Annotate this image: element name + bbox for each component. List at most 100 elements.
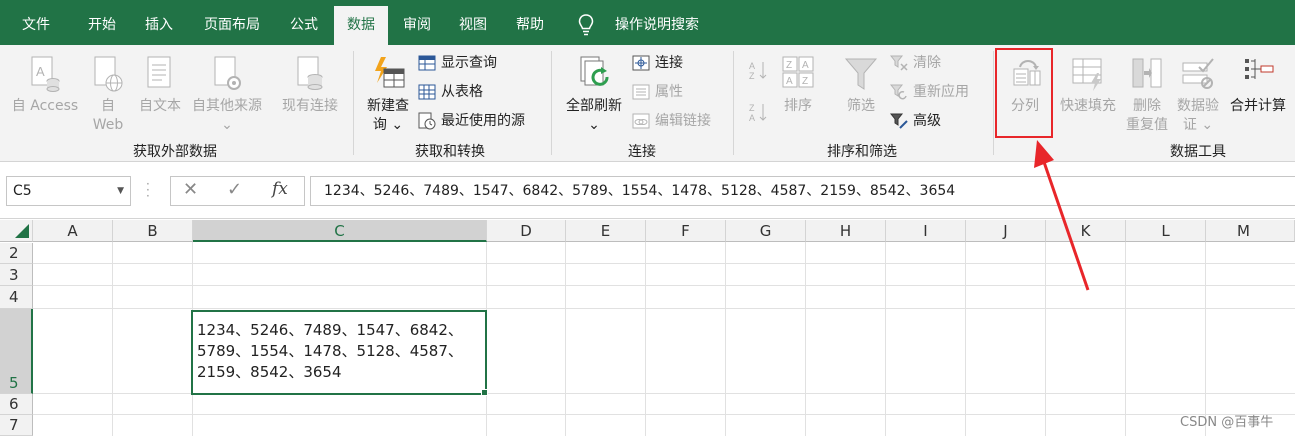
gridline [112, 242, 113, 436]
column-header-i[interactable]: I [886, 220, 966, 242]
sort-desc-button[interactable]: ZA [748, 101, 768, 129]
remove-duplicates-button[interactable]: 删除 重复值 [1122, 55, 1172, 135]
show-queries-label: 显示查询 [441, 55, 497, 71]
row-header-5[interactable]: 5 [0, 309, 33, 394]
column-header-f[interactable]: F [646, 220, 726, 242]
clear-filter-button[interactable]: 清除 [890, 53, 941, 73]
column-header-m[interactable]: M [1206, 220, 1295, 242]
row-header-3[interactable]: 3 [0, 264, 33, 286]
column-header-h[interactable]: H [806, 220, 886, 242]
tab-file[interactable]: 文件 [10, 0, 62, 45]
flash-fill-icon [1072, 58, 1102, 91]
tab-home[interactable]: 开始 [76, 0, 128, 45]
reapply-icon [890, 84, 907, 100]
advanced-filter-button[interactable]: 高级 [890, 111, 941, 131]
sort-button[interactable]: Z A A Z 排序 [776, 55, 820, 116]
column-header-g[interactable]: G [726, 220, 806, 242]
name-box[interactable]: C5 ▼ [6, 176, 131, 206]
cell-c5[interactable]: 1234、5246、7489、1547、6842、 5789、1554、1478… [191, 310, 487, 395]
from-access-button[interactable]: A 自 Access [6, 55, 84, 116]
tab-insert[interactable]: 插入 [133, 0, 185, 45]
svg-text:Z: Z [786, 60, 792, 71]
reapply-button[interactable]: 重新应用 [890, 82, 969, 102]
remove-duplicates-label-2: 重复值 [1126, 117, 1168, 133]
highlight-box [995, 48, 1053, 138]
tab-formulas[interactable]: 公式 [278, 0, 330, 45]
from-web-button[interactable]: 自 Web [88, 55, 128, 135]
access-db-icon: A [31, 56, 60, 92]
from-table-button[interactable]: 从表格 [418, 82, 483, 102]
tab-page-layout[interactable]: 页面布局 [194, 0, 270, 45]
from-text-button[interactable]: 自文本 [134, 55, 186, 116]
recent-sources-label: 最近使用的源 [441, 113, 525, 129]
svg-text:Z: Z [749, 103, 755, 113]
from-other-sources-button[interactable]: 自其他来源 ⌄ [186, 55, 268, 135]
group-separator [993, 51, 994, 155]
enter-icon[interactable]: ✓ [227, 179, 242, 200]
column-header-d[interactable]: D [487, 220, 566, 242]
column-header-e[interactable]: E [566, 220, 646, 242]
existing-connections-label: 现有连接 [282, 98, 338, 114]
sort-asc-button[interactable]: AZ [748, 59, 768, 87]
existing-connections-button[interactable]: 现有连接 [276, 55, 344, 116]
remove-duplicates-label-1: 删除 [1133, 98, 1161, 114]
column-header-j[interactable]: J [966, 220, 1046, 242]
gridline [33, 285, 1295, 286]
filter-button[interactable]: 筛选 [838, 55, 884, 116]
row-header-7[interactable]: 7 [0, 415, 33, 436]
splitter-handle[interactable]: · · · [146, 178, 150, 202]
properties-button[interactable]: 属性 [632, 82, 683, 102]
column-header-b[interactable]: B [113, 220, 193, 242]
from-other-label: 自其他来源 [192, 98, 262, 114]
group-label-get-external: 获取外部数据 [133, 144, 217, 160]
data-validation-button[interactable]: 数据验 证 ⌄ [1172, 55, 1224, 135]
lightbulb-icon [578, 14, 594, 36]
tab-view[interactable]: 视图 [447, 0, 499, 45]
row-header-4[interactable]: 4 [0, 286, 33, 309]
formula-bar: C5 ▼ · · · ✕ ✓ fx 1234、5246、7489、1547、6842… [0, 163, 1295, 219]
select-all-corner[interactable] [0, 220, 33, 242]
advanced-filter-icon [890, 113, 908, 129]
new-query-icon [375, 57, 405, 88]
connections-button[interactable]: 连接 [632, 53, 683, 73]
worksheet-grid: A B C D E F G H I J K L M 2 3 4 5 6 7 12… [0, 220, 1295, 436]
consolidate-label: 合并计算 [1230, 98, 1286, 114]
tell-me-search[interactable]: 操作说明搜索 [604, 0, 710, 45]
fill-handle[interactable] [481, 389, 488, 396]
refresh-all-button[interactable]: 全部刷新 ⌄ [560, 55, 628, 135]
consolidate-icon [1245, 59, 1274, 79]
flash-fill-button[interactable]: 快速填充 [1056, 55, 1120, 116]
insert-function-icon[interactable]: fx [272, 179, 288, 199]
row-header-6[interactable]: 6 [0, 394, 33, 415]
connections-label: 连接 [655, 55, 683, 71]
formula-buttons: ✕ ✓ fx [170, 176, 305, 206]
column-header-l[interactable]: L [1126, 220, 1206, 242]
tab-help[interactable]: 帮助 [504, 0, 556, 45]
ribbon-tab-bar: 文件 开始 插入 页面布局 公式 数据 审阅 视图 帮助 操作说明搜索 [0, 0, 1295, 45]
gridline [965, 242, 966, 436]
recent-sources-button[interactable]: 最近使用的源 [418, 111, 525, 131]
cell-c5-line-3: 2159、8542、3654 [197, 363, 342, 381]
group-label-connections: 连接 [628, 144, 656, 160]
chevron-down-icon[interactable]: ▼ [117, 177, 124, 205]
row-header-2[interactable]: 2 [0, 243, 33, 264]
sort-descending-icon: ZA [749, 103, 767, 123]
cancel-icon[interactable]: ✕ [183, 179, 198, 200]
edit-links-button[interactable]: 编辑链接 [632, 111, 711, 131]
advanced-label: 高级 [913, 113, 941, 129]
group-label-get-transform: 获取和转换 [415, 144, 485, 160]
tab-review[interactable]: 审阅 [391, 0, 443, 45]
column-header-k[interactable]: K [1046, 220, 1126, 242]
gridline [565, 242, 566, 436]
data-validation-label-1: 数据验 [1177, 98, 1219, 114]
column-header-c[interactable]: C [193, 220, 487, 242]
column-header-a[interactable]: A [33, 220, 113, 242]
formula-input[interactable]: 1234、5246、7489、1547、6842、5789、1554、1478、… [310, 176, 1295, 206]
connections-icon [632, 55, 650, 71]
clear-filter-icon [890, 55, 908, 71]
new-query-button[interactable]: 新建查 询 ⌄ [360, 55, 416, 135]
edit-links-icon [632, 113, 650, 129]
tab-data[interactable]: 数据 [334, 6, 388, 45]
show-queries-button[interactable]: 显示查询 [418, 53, 497, 73]
consolidate-button[interactable]: 合并计算 [1226, 55, 1290, 116]
